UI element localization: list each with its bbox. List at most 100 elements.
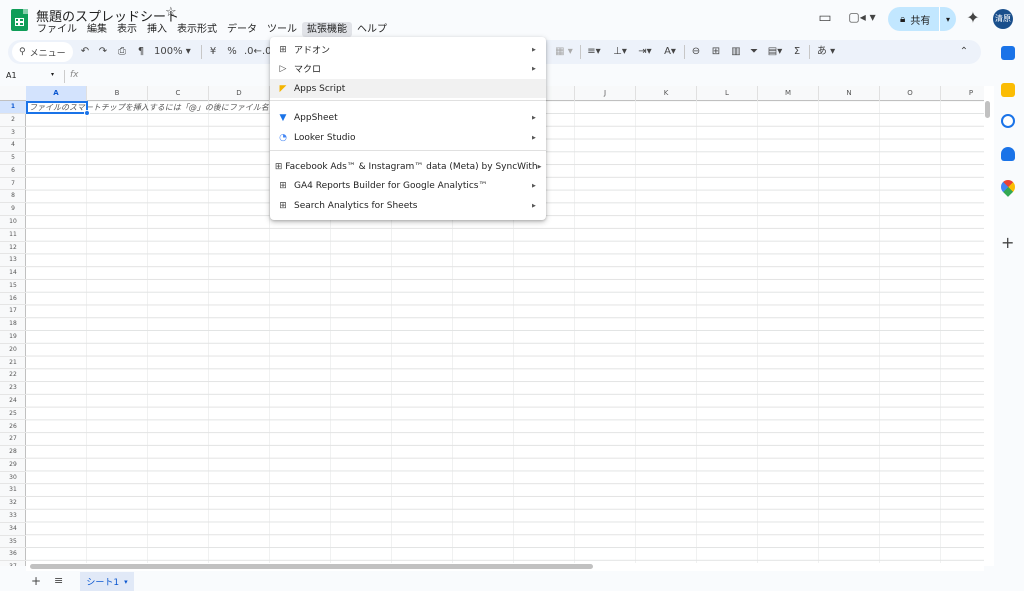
row-header[interactable]: 31 bbox=[0, 484, 26, 498]
extensions-menu-item[interactable]: ▼ AppSheet ▶ bbox=[270, 108, 546, 127]
row-header[interactable]: 21 bbox=[0, 357, 26, 370]
horizontal-scrollbar[interactable] bbox=[26, 563, 984, 571]
decrease-decimal-button[interactable]: .0← bbox=[244, 44, 262, 60]
extensions-menu-item[interactable]: ⊞ Search Analytics for Sheets ▶ bbox=[270, 196, 546, 215]
row-header[interactable]: 24 bbox=[0, 395, 26, 408]
vertical-scrollbar-thumb[interactable] bbox=[985, 101, 990, 118]
row-header[interactable]: 17 bbox=[0, 305, 26, 319]
calendar-icon[interactable] bbox=[1001, 46, 1015, 60]
filter-icon[interactable]: ⏷ bbox=[747, 44, 761, 60]
row-header[interactable]: 4 bbox=[0, 139, 26, 153]
input-tools-button[interactable]: あ ▾ bbox=[814, 44, 838, 60]
paint-format-icon[interactable]: ¶ bbox=[134, 44, 148, 60]
add-sheet-button[interactable]: + bbox=[31, 574, 41, 588]
vertical-align-icon[interactable]: ⊥▾ bbox=[610, 44, 630, 60]
row-header[interactable]: 2 bbox=[0, 114, 26, 127]
comment-history-icon[interactable]: ▭ bbox=[815, 10, 835, 26]
keep-icon[interactable] bbox=[1001, 83, 1015, 97]
column-header[interactable]: C bbox=[148, 86, 209, 101]
undo-icon[interactable]: ↶ bbox=[78, 44, 92, 60]
name-box[interactable]: A1 ▾ bbox=[6, 71, 60, 84]
row-header[interactable]: 12 bbox=[0, 242, 26, 255]
extensions-menu-item[interactable]: ◔ Looker Studio ▶ bbox=[270, 128, 546, 147]
increase-decimal-button[interactable]: .0 bbox=[262, 44, 272, 60]
row-header[interactable]: 7 bbox=[0, 178, 26, 191]
print-icon[interactable]: ⎙ bbox=[115, 44, 129, 60]
insert-chart-icon[interactable]: ▥ bbox=[728, 44, 744, 60]
row-header[interactable]: 9 bbox=[0, 203, 26, 216]
row-header[interactable]: 37 bbox=[0, 561, 26, 566]
row-header[interactable]: 27 bbox=[0, 433, 26, 447]
row-header[interactable]: 36 bbox=[0, 548, 26, 562]
extensions-menu-item[interactable]: ⊞ GA4 Reports Builder for Google Analytic… bbox=[270, 176, 546, 195]
row-header[interactable]: 23 bbox=[0, 382, 26, 395]
insert-comment-icon[interactable]: ⊞ bbox=[708, 44, 724, 60]
menu-item[interactable]: 編集 bbox=[82, 22, 112, 37]
horizontal-align-icon[interactable]: ≡▾ bbox=[584, 44, 604, 60]
row-header[interactable]: 32 bbox=[0, 497, 26, 510]
star-icon[interactable]: ☆ bbox=[165, 5, 177, 20]
column-header[interactable]: B bbox=[87, 86, 148, 101]
row-header[interactable]: 14 bbox=[0, 267, 26, 280]
sheet-tab-dropdown-icon[interactable]: ▾ bbox=[124, 578, 128, 586]
get-add-ons-icon[interactable]: + bbox=[1001, 233, 1014, 252]
row-header[interactable]: 11 bbox=[0, 229, 26, 242]
currency-format-button[interactable]: ¥ bbox=[206, 44, 220, 60]
menu-item[interactable]: データ bbox=[222, 22, 262, 37]
menu-item[interactable]: 挿入 bbox=[142, 22, 172, 37]
column-header[interactable]: P bbox=[941, 86, 984, 101]
row-header[interactable]: 34 bbox=[0, 523, 26, 536]
menu-item[interactable]: 表示 bbox=[112, 22, 142, 37]
row-header[interactable]: 16 bbox=[0, 293, 26, 306]
extensions-menu-item[interactable]: ⊞ アドオン ▶ bbox=[270, 40, 546, 59]
menu-item[interactable]: 拡張機能 bbox=[302, 22, 352, 37]
column-header[interactable]: N bbox=[819, 86, 880, 101]
merge-cells-icon[interactable]: ▦ ▾ bbox=[553, 44, 575, 60]
row-header[interactable]: 28 bbox=[0, 446, 26, 459]
share-button[interactable]: 🔒︎ 共有 ▾ bbox=[888, 7, 956, 31]
column-header[interactable]: A bbox=[26, 86, 87, 101]
sheet-tab-active[interactable]: シート1 ▾ bbox=[80, 572, 134, 591]
selected-cell-a1[interactable] bbox=[26, 101, 90, 116]
column-header[interactable]: L bbox=[697, 86, 758, 101]
redo-icon[interactable]: ↷ bbox=[96, 44, 110, 60]
column-header[interactable]: M bbox=[758, 86, 819, 101]
share-dropdown-icon[interactable]: ▾ bbox=[940, 15, 956, 24]
extensions-menu-item[interactable]: ▷ マクロ ▶ bbox=[270, 59, 546, 78]
row-header[interactable]: 13 bbox=[0, 254, 26, 268]
fill-handle[interactable] bbox=[84, 110, 90, 116]
row-header[interactable]: 1 bbox=[0, 101, 26, 114]
avatar[interactable]: 清原 bbox=[993, 9, 1013, 29]
extensions-menu-item[interactable]: ⊞ Facebook Ads™ & Instagram™ data (Meta) … bbox=[270, 157, 546, 176]
row-header[interactable]: 35 bbox=[0, 536, 26, 549]
menu-item[interactable]: ファイル bbox=[32, 22, 82, 37]
extensions-menu-item[interactable]: ◤ Apps Script bbox=[270, 79, 546, 98]
row-header[interactable]: 5 bbox=[0, 152, 26, 165]
percent-format-button[interactable]: % bbox=[225, 44, 239, 60]
horizontal-scrollbar-thumb[interactable] bbox=[30, 564, 593, 569]
meet-video-icon[interactable]: ▢◂ ▾ bbox=[848, 10, 876, 24]
row-header[interactable]: 3 bbox=[0, 127, 26, 140]
column-header[interactable]: K bbox=[636, 86, 697, 101]
contacts-icon[interactable] bbox=[1001, 147, 1015, 161]
row-header[interactable]: 10 bbox=[0, 216, 26, 229]
row-header[interactable]: 20 bbox=[0, 344, 26, 357]
all-sheets-menu-icon[interactable]: ≡ bbox=[54, 574, 63, 587]
row-header[interactable]: 22 bbox=[0, 369, 26, 383]
sheets-logo-icon[interactable] bbox=[11, 9, 28, 31]
column-header[interactable]: J bbox=[575, 86, 636, 101]
search-menus-input[interactable]: ⚲ メニュー bbox=[12, 42, 73, 62]
menu-item[interactable]: ヘルプ bbox=[352, 22, 392, 37]
row-header[interactable]: 8 bbox=[0, 190, 26, 204]
row-header[interactable]: 18 bbox=[0, 318, 26, 332]
zoom-select[interactable]: 100% ▾ bbox=[154, 44, 196, 60]
row-header[interactable]: 19 bbox=[0, 331, 26, 344]
column-header[interactable]: D bbox=[209, 86, 270, 101]
filter-views-icon[interactable]: ▤▾ bbox=[765, 44, 785, 60]
gemini-sparkle-icon[interactable]: ✦ bbox=[964, 8, 982, 27]
text-rotation-icon[interactable]: A▾ bbox=[660, 44, 680, 60]
row-header[interactable]: 29 bbox=[0, 459, 26, 472]
insert-link-icon[interactable]: ⊖ bbox=[688, 44, 704, 60]
vertical-scrollbar[interactable] bbox=[984, 86, 994, 566]
row-header[interactable]: 26 bbox=[0, 421, 26, 434]
